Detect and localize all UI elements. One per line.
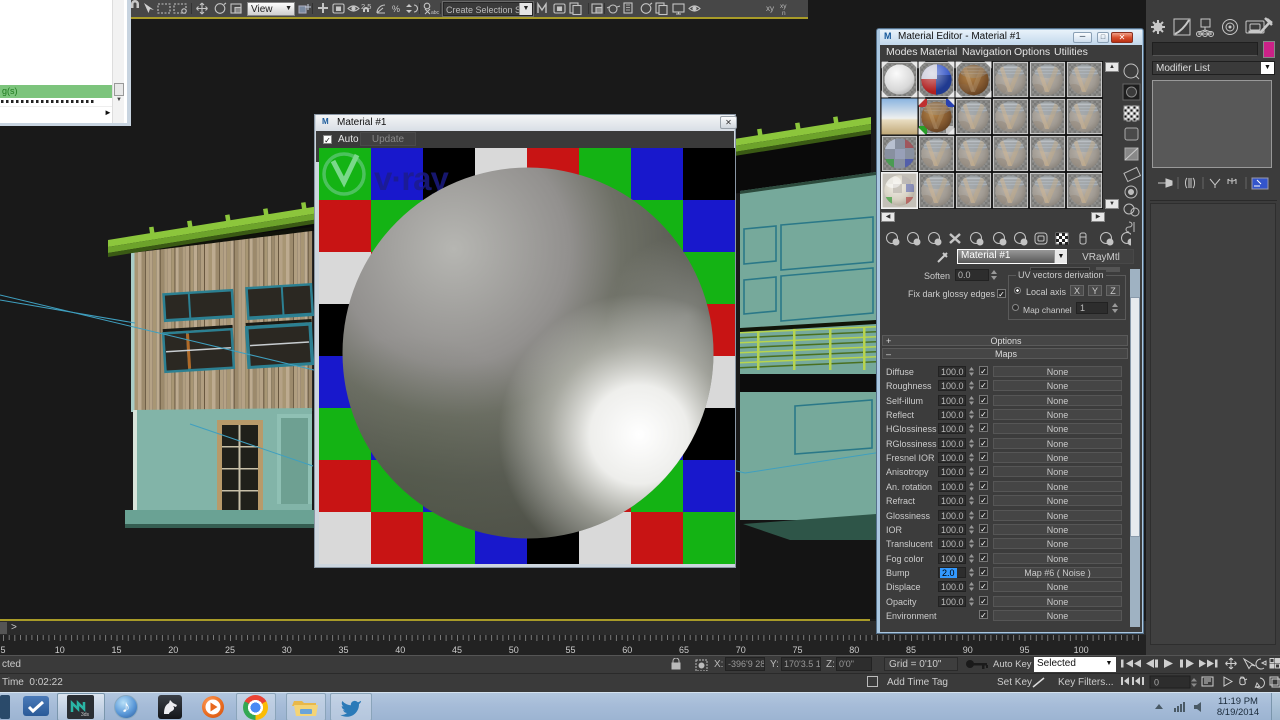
svg-text:%: % bbox=[392, 4, 400, 14]
svg-text:15: 15 bbox=[111, 645, 121, 655]
svg-text:abc: abc bbox=[431, 10, 440, 16]
svg-text:3ds: 3ds bbox=[81, 712, 90, 718]
svg-text:0: 0 bbox=[1154, 678, 1159, 688]
svg-text:75: 75 bbox=[792, 645, 802, 655]
svg-text:30: 30 bbox=[282, 645, 292, 655]
svg-text:40: 40 bbox=[395, 645, 405, 655]
svg-text:n: n bbox=[782, 10, 786, 17]
svg-text:5: 5 bbox=[0, 645, 5, 655]
svg-text:xy: xy bbox=[766, 4, 774, 13]
svg-text:65: 65 bbox=[679, 645, 689, 655]
svg-text:85: 85 bbox=[906, 645, 916, 655]
svg-text:60: 60 bbox=[622, 645, 632, 655]
svg-text:xy: xy bbox=[780, 3, 787, 10]
svg-text:20: 20 bbox=[168, 645, 178, 655]
svg-text:80: 80 bbox=[849, 645, 859, 655]
svg-text:10: 10 bbox=[55, 645, 65, 655]
svg-text:2.5: 2.5 bbox=[361, 2, 371, 11]
svg-text:45: 45 bbox=[452, 645, 462, 655]
svg-text:35: 35 bbox=[338, 645, 348, 655]
svg-text:100: 100 bbox=[1074, 645, 1089, 655]
svg-text:90: 90 bbox=[963, 645, 973, 655]
svg-text:25: 25 bbox=[225, 645, 235, 655]
svg-text:55: 55 bbox=[565, 645, 575, 655]
svg-text:50: 50 bbox=[509, 645, 519, 655]
svg-text:70: 70 bbox=[736, 645, 746, 655]
svg-text:95: 95 bbox=[1019, 645, 1029, 655]
